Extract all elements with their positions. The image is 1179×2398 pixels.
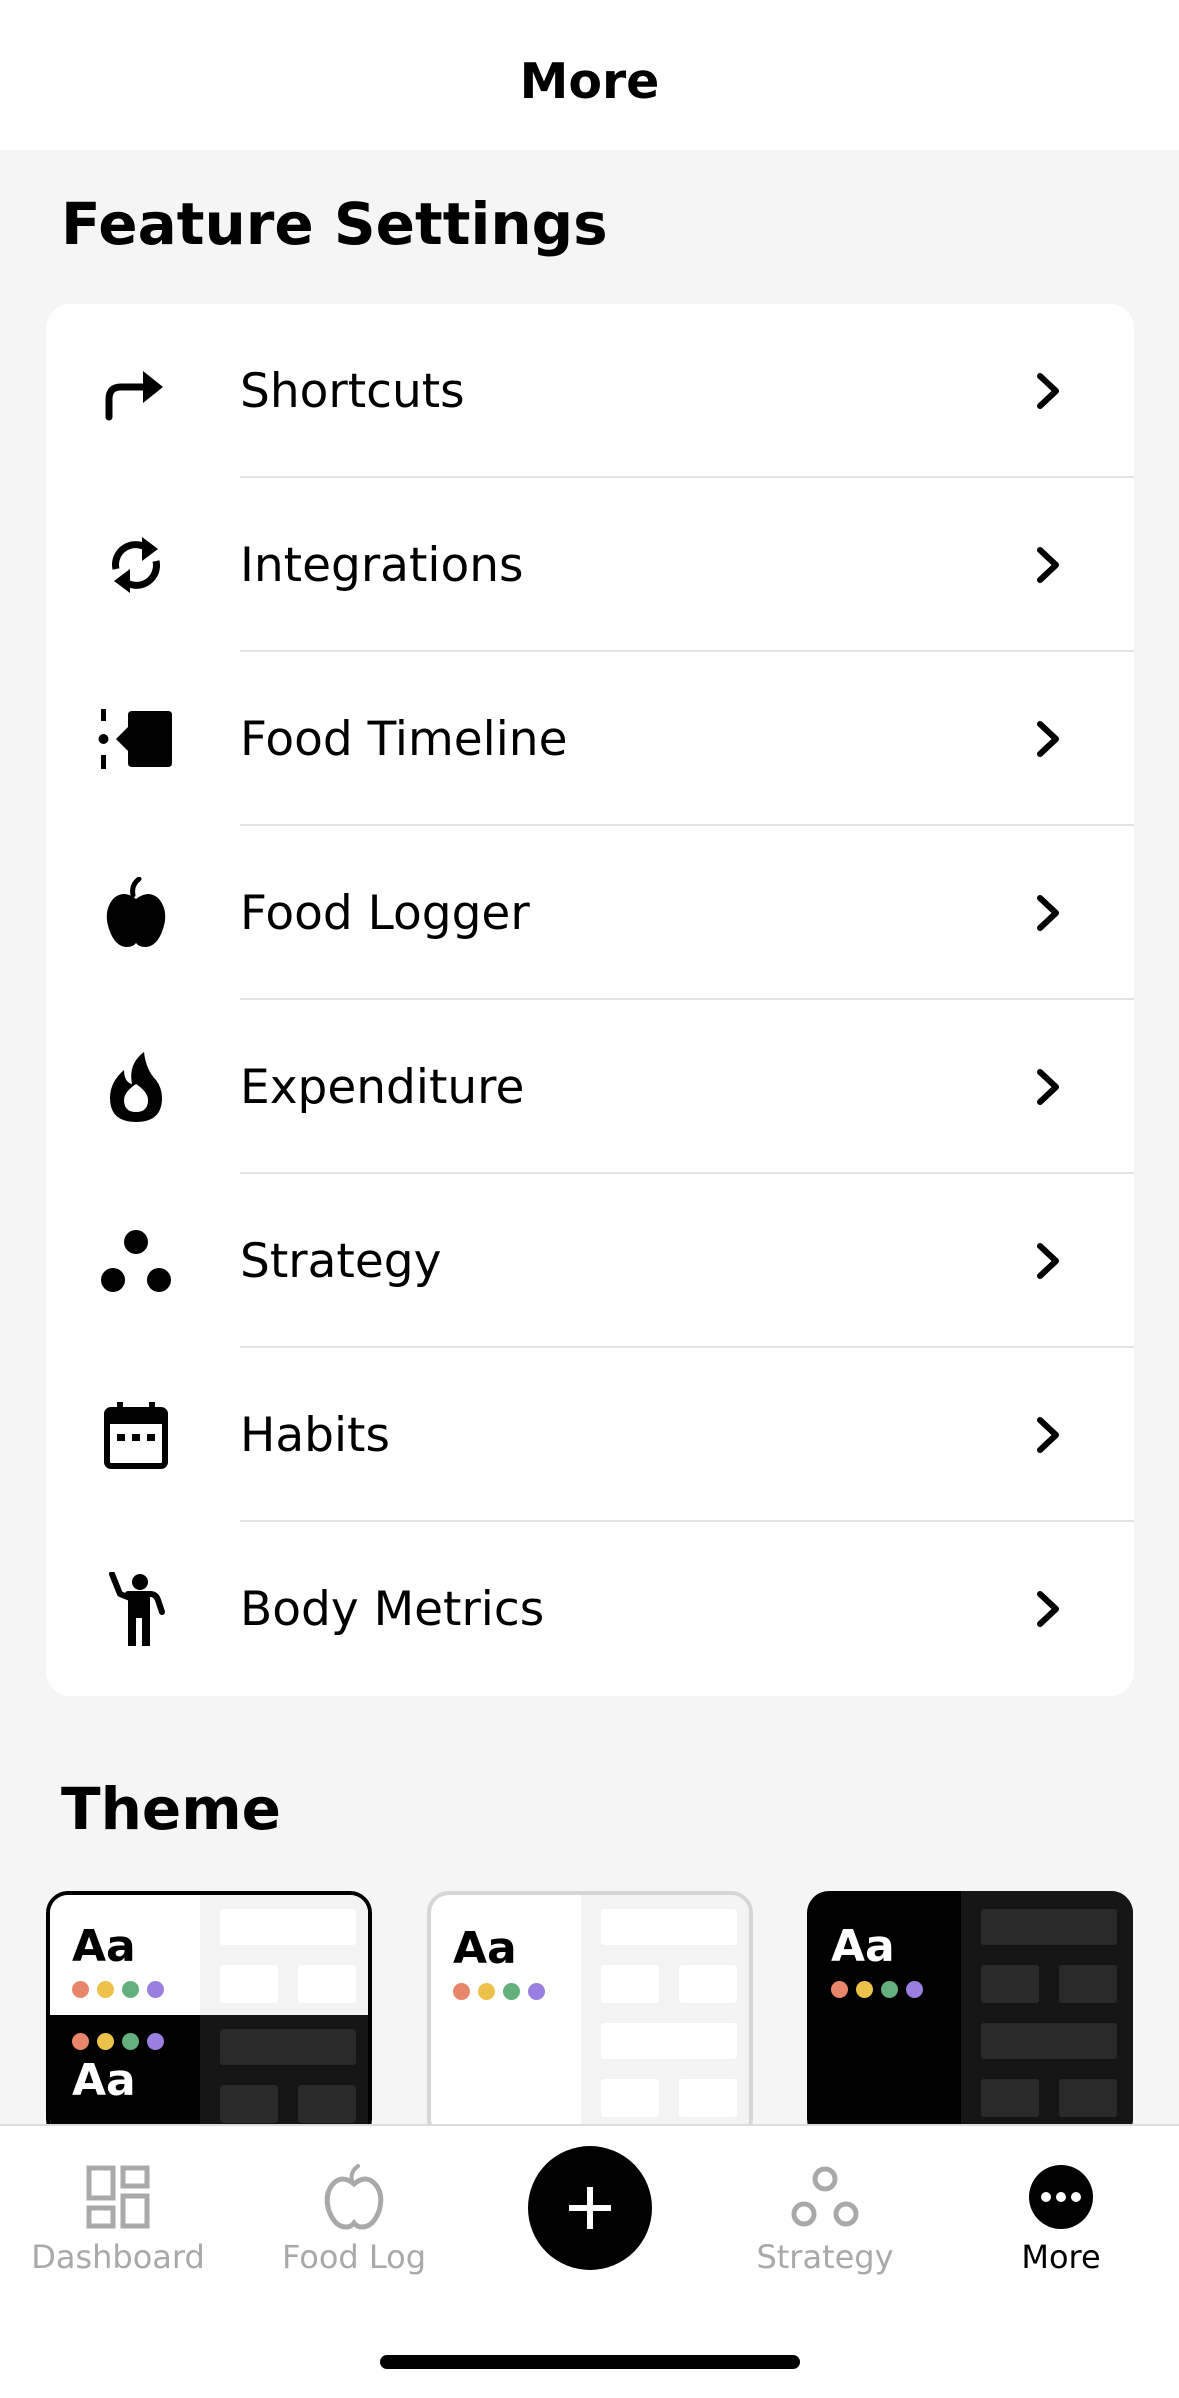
arrow-forward-icon — [96, 351, 176, 431]
theme-sample-text: Aa — [453, 1923, 517, 1974]
theme-preview-block — [981, 1965, 1039, 2003]
theme-preview-block — [601, 1965, 659, 2003]
theme-preview-block — [298, 1965, 356, 2003]
settings-item-strategy[interactable]: Strategy — [46, 1174, 1134, 1348]
theme-preview-block — [220, 1909, 356, 1945]
settings-item-label: Integrations — [240, 537, 524, 593]
settings-item-label: Food Logger — [240, 885, 530, 941]
chevron-right-icon — [1037, 721, 1059, 757]
calendar-icon — [96, 1395, 176, 1475]
swatch-dot — [122, 2033, 139, 2050]
tab-label: Strategy — [756, 2238, 894, 2276]
settings-item-label: Body Metrics — [240, 1581, 545, 1637]
feature-settings-title: Feature Settings — [61, 190, 608, 258]
theme-preview-block — [601, 2079, 659, 2117]
settings-item-food-logger[interactable]: Food Logger — [46, 826, 1134, 1000]
chevron-right-icon — [1037, 1417, 1059, 1453]
settings-item-food-timeline[interactable]: Food Timeline — [46, 652, 1134, 826]
swatch-dot — [503, 1983, 520, 2000]
page-title: More — [519, 52, 660, 110]
tab-label: Food Log — [281, 2238, 427, 2276]
timeline-icon — [96, 699, 176, 779]
settings-item-integrations[interactable]: Integrations — [46, 478, 1134, 652]
swatch-dot — [147, 2033, 164, 2050]
swatch-dot — [72, 1981, 89, 1998]
person-waving-icon — [96, 1569, 176, 1649]
tab-label: Dashboard — [31, 2238, 205, 2276]
theme-preview-block — [1059, 1965, 1117, 2003]
settings-item-label: Habits — [240, 1407, 390, 1463]
theme-swatches — [453, 1983, 545, 2000]
swatch-dot — [831, 1981, 848, 1998]
feature-settings-list: Shortcuts Integrations Food Timeline Foo… — [46, 304, 1134, 1696]
strategy-icon — [707, 2162, 943, 2232]
theme-swatches — [72, 1981, 164, 1998]
theme-option-auto[interactable]: Aa Aa — [46, 1891, 372, 2141]
theme-preview-block — [601, 2023, 737, 2059]
settings-item-label: Strategy — [240, 1233, 442, 1289]
tab-food-log[interactable]: Food Log — [236, 2126, 472, 2276]
chevron-right-icon — [1037, 547, 1059, 583]
swatch-dot — [97, 1981, 114, 1998]
theme-title: Theme — [61, 1775, 281, 1843]
theme-sample-text: Aa — [72, 2055, 136, 2106]
settings-item-shortcuts[interactable]: Shortcuts — [46, 304, 1134, 478]
theme-preview-block — [981, 2079, 1039, 2117]
tab-strategy[interactable]: Strategy — [707, 2126, 943, 2276]
theme-option-light[interactable]: Aa — [427, 1891, 753, 2141]
chevron-right-icon — [1037, 1243, 1059, 1279]
theme-preview-block — [981, 2023, 1117, 2059]
theme-preview-block — [220, 1965, 278, 2003]
theme-swatches — [831, 1981, 923, 1998]
settings-item-label: Expenditure — [240, 1059, 525, 1115]
theme-preview-block — [679, 1965, 737, 2003]
settings-item-habits[interactable]: Habits — [46, 1348, 1134, 1522]
header: More — [0, 0, 1179, 150]
swatch-dot — [122, 1981, 139, 1998]
theme-preview-block — [1059, 2079, 1117, 2117]
swatch-dot — [906, 1981, 923, 1998]
chevron-right-icon — [1037, 1591, 1059, 1627]
tab-label: More — [1021, 2238, 1101, 2276]
apple-icon — [96, 873, 176, 953]
theme-swatches — [72, 2033, 164, 2050]
plus-icon — [569, 2187, 611, 2229]
theme-preview-block — [981, 1909, 1117, 1945]
swatch-dot — [453, 1983, 470, 2000]
home-indicator — [380, 2355, 800, 2369]
theme-sample-text: Aa — [72, 1921, 136, 1972]
settings-item-label: Shortcuts — [240, 363, 465, 419]
settings-item-label: Food Timeline — [240, 711, 568, 767]
theme-sample-text: Aa — [831, 1921, 895, 1972]
swatch-dot — [881, 1981, 898, 1998]
swatch-dot — [478, 1983, 495, 2000]
swatch-dot — [97, 2033, 114, 2050]
dashboard-icon — [0, 2162, 236, 2232]
swatch-dot — [72, 2033, 89, 2050]
tab-more[interactable]: More — [943, 2126, 1179, 2276]
theme-preview-block — [220, 2029, 356, 2065]
chevron-right-icon — [1037, 1069, 1059, 1105]
flame-icon — [96, 1047, 176, 1127]
swatch-dot — [528, 1983, 545, 2000]
chevron-right-icon — [1037, 373, 1059, 409]
swatch-dot — [856, 1981, 873, 1998]
tab-dashboard[interactable]: Dashboard — [0, 2126, 236, 2276]
theme-preview-block — [679, 2079, 737, 2117]
more-icon — [943, 2162, 1179, 2232]
add-button[interactable] — [528, 2146, 652, 2270]
three-dots-cluster-icon — [96, 1221, 176, 1301]
chevron-right-icon — [1037, 895, 1059, 931]
swatch-dot — [147, 1981, 164, 1998]
sync-icon — [96, 525, 176, 605]
theme-option-dark[interactable]: Aa — [807, 1891, 1133, 2141]
settings-item-body-metrics[interactable]: Body Metrics — [46, 1522, 1134, 1696]
theme-preview-block — [601, 1909, 737, 1945]
apple-outline-icon — [236, 2162, 472, 2232]
theme-preview-block — [298, 2085, 356, 2123]
theme-preview-block — [220, 2085, 278, 2123]
settings-item-expenditure[interactable]: Expenditure — [46, 1000, 1134, 1174]
